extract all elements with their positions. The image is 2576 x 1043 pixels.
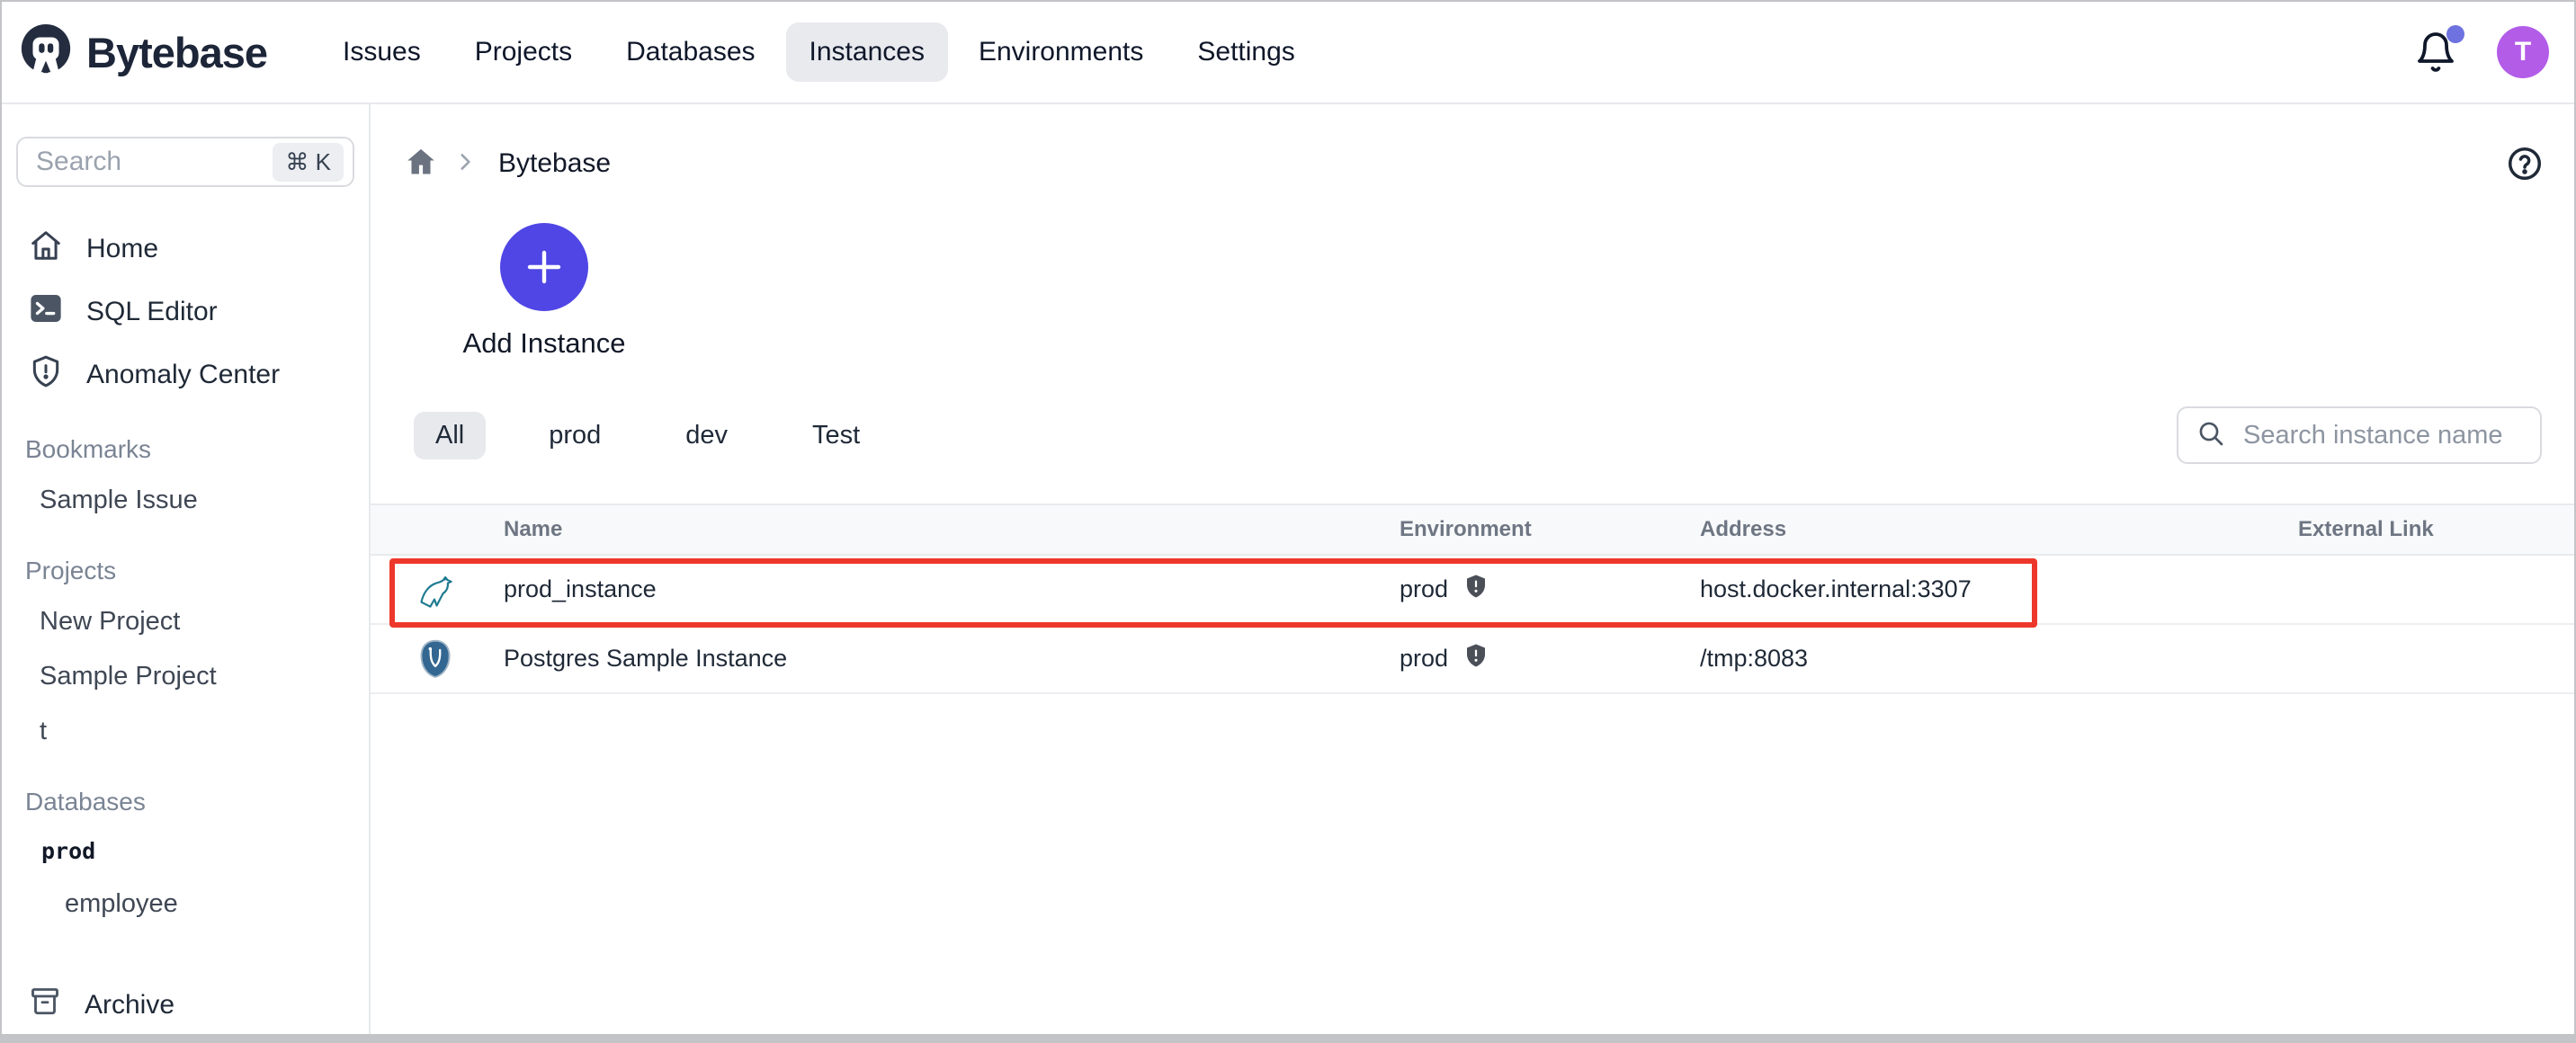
table-row-prod-instance[interactable]: prod_instance prod host.docker.internal:… — [371, 556, 2574, 628]
main-nav: Issues Projects Databases Instances Envi… — [319, 22, 1319, 82]
nav-instances[interactable]: Instances — [785, 22, 948, 82]
mysql-icon — [371, 569, 504, 611]
sidebar-item-archive[interactable]: Archive — [2, 976, 369, 1034]
archive-icon — [29, 985, 61, 1025]
breadcrumb-home-icon[interactable] — [405, 146, 437, 183]
environment-label: prod — [1400, 575, 1449, 602]
breadcrumb: Bytebase — [405, 144, 2544, 183]
sidebar-item-sample-issue[interactable]: Sample Issue — [2, 473, 369, 528]
main-content: Bytebase Add Instance All prod dev Test … — [371, 104, 2574, 1034]
search-icon — [2196, 419, 2225, 452]
postgres-icon — [371, 638, 504, 680]
section-title-databases: Databases — [25, 788, 146, 816]
keyboard-shortcut-hint: ⌘ K — [273, 142, 344, 182]
add-instance-label: Add Instance — [462, 327, 626, 359]
plus-icon[interactable] — [500, 223, 588, 311]
sidebar-item-sample-project[interactable]: Sample Project — [2, 649, 369, 704]
sidebar-item-label: Anomaly Center — [86, 360, 281, 389]
brand[interactable]: Bytebase — [18, 22, 268, 83]
shield-alert-icon — [29, 354, 63, 396]
column-header-environment: Environment — [1400, 517, 1532, 541]
instance-table: Name Environment Address External Link p… — [371, 504, 2574, 694]
nav-issues[interactable]: Issues — [319, 22, 444, 82]
sidebar-nav: Home SQL Editor Anomaly Center — [2, 218, 369, 406]
navbar-right: T — [2414, 25, 2549, 78]
table-header: Name Environment Address External Link — [371, 504, 2574, 556]
filter-row: All prod dev Test — [414, 406, 2542, 464]
instance-name: Postgres Sample Instance — [504, 645, 788, 672]
app-shell: ⌘ K Home — [2, 104, 2574, 1034]
nav-projects[interactable]: Projects — [452, 22, 595, 82]
table-row-postgres-sample-instance[interactable]: Postgres Sample Instance prod /tmp:8083 — [371, 625, 2574, 694]
bytebase-logo-icon — [18, 22, 74, 83]
home-icon — [29, 228, 63, 270]
sidebar-item-label: Archive — [85, 990, 175, 1020]
sidebar-item-project-t[interactable]: t — [2, 704, 369, 759]
nav-databases[interactable]: Databases — [603, 22, 778, 82]
sidebar-item-anomaly-center[interactable]: Anomaly Center — [2, 343, 369, 406]
app-window: Bytebase Issues Projects Databases Insta… — [0, 0, 2576, 1043]
avatar[interactable]: T — [2497, 26, 2549, 78]
sidebar: ⌘ K Home — [2, 104, 371, 1034]
environment-cell: prod — [1400, 573, 1700, 606]
environment-cell: prod — [1400, 642, 1700, 675]
instance-search-input[interactable] — [2241, 419, 2522, 451]
instance-name: prod_instance — [504, 575, 657, 602]
sidebar-item-db-employee[interactable]: employee — [2, 877, 369, 932]
help-icon[interactable] — [2506, 145, 2544, 183]
filter-tab-prod[interactable]: prod — [527, 412, 622, 459]
sidebar-item-sql-editor[interactable]: SQL Editor — [2, 281, 369, 343]
column-header-address: Address — [1700, 517, 1787, 541]
notification-dot — [2446, 25, 2464, 43]
section-title-projects: Projects — [25, 557, 117, 584]
column-header-external-link: External Link — [2298, 517, 2434, 541]
filter-tab-test[interactable]: Test — [791, 412, 881, 459]
breadcrumb-current: Bytebase — [498, 148, 612, 178]
brand-name: Bytebase — [86, 28, 268, 76]
shield-protected-icon — [1462, 573, 1489, 606]
sidebar-item-env-prod[interactable]: prod — [2, 825, 369, 877]
instance-address: /tmp:8083 — [1700, 645, 1809, 672]
sidebar-item-new-project[interactable]: New Project — [2, 594, 369, 649]
nav-settings[interactable]: Settings — [1174, 22, 1318, 82]
environment-label: prod — [1400, 645, 1449, 672]
sidebar-item-label: SQL Editor — [86, 297, 218, 326]
sidebar-search[interactable]: ⌘ K — [16, 137, 354, 187]
instance-search[interactable] — [2177, 406, 2542, 464]
shield-protected-icon — [1462, 642, 1489, 675]
chevron-right-icon — [453, 150, 477, 178]
sidebar-item-label: Home — [86, 234, 159, 263]
column-header-name: Name — [504, 517, 563, 541]
instance-address: host.docker.internal:3307 — [1700, 575, 1972, 602]
terminal-icon — [29, 291, 63, 333]
sidebar-item-home[interactable]: Home — [2, 218, 369, 281]
section-title-bookmarks: Bookmarks — [25, 435, 152, 463]
top-navbar: Bytebase Issues Projects Databases Insta… — [2, 2, 2574, 104]
filter-tab-all[interactable]: All — [414, 411, 487, 459]
filter-tab-dev[interactable]: dev — [664, 412, 749, 459]
notification-bell-icon[interactable] — [2414, 25, 2464, 74]
add-instance-button[interactable]: Add Instance — [427, 223, 661, 360]
search-input[interactable] — [34, 146, 273, 178]
nav-environments[interactable]: Environments — [955, 22, 1167, 82]
